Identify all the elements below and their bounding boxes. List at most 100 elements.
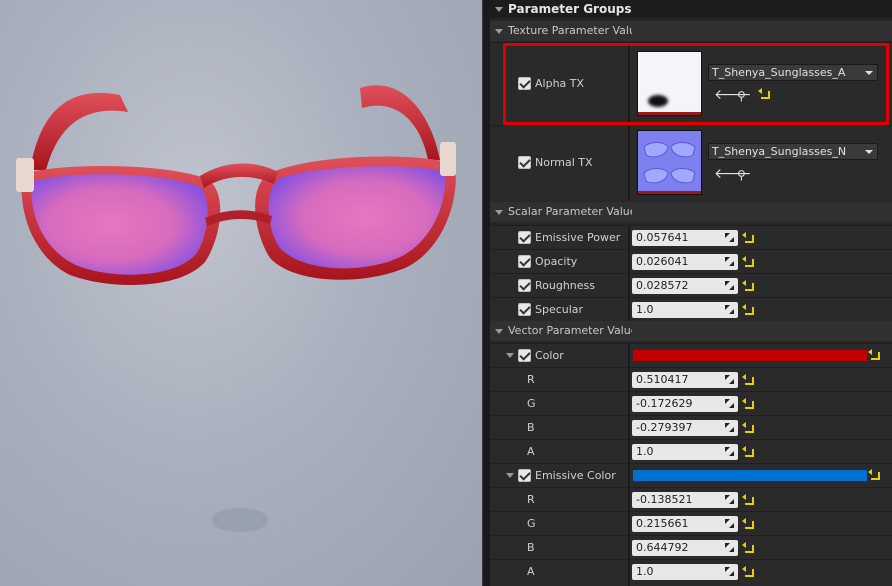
color-g-label: G — [527, 397, 536, 410]
emissive-a-label: A — [527, 565, 535, 578]
specular-row: Specular 1.0 — [490, 297, 892, 321]
drag-spin-icon[interactable] — [725, 257, 735, 267]
left-arrow-icon[interactable]: 🡐 — [714, 167, 752, 181]
collapse-arrow-icon[interactable] — [495, 209, 503, 215]
chevron-down-icon — [865, 150, 873, 154]
emissive-power-row: Emissive Power 0.057641 — [490, 225, 892, 249]
texture-group-header[interactable]: Texture Parameter Values — [490, 21, 892, 41]
reset-to-default-icon[interactable] — [742, 422, 754, 433]
drag-spin-icon[interactable] — [725, 447, 735, 457]
drag-spin-icon[interactable] — [725, 543, 735, 553]
material-preview-viewport[interactable] — [0, 0, 482, 586]
normal-tx-thumbnail[interactable] — [637, 130, 702, 195]
expand-arrow-icon[interactable] — [506, 473, 514, 478]
vector-group-header[interactable]: Vector Parameter Values — [490, 321, 892, 341]
opacity-value: 0.026041 — [636, 255, 689, 268]
emissive-a-value: 1.0 — [636, 565, 654, 578]
roughness-input[interactable]: 0.028572 — [632, 278, 738, 294]
color-g-value: -0.172629 — [636, 397, 693, 410]
color-a-value: 1.0 — [636, 445, 654, 458]
drag-spin-icon[interactable] — [725, 495, 735, 505]
panel-splitter[interactable] — [482, 0, 490, 586]
emissive-r-label: R — [527, 493, 535, 506]
color-r-input[interactable]: 0.510417 — [632, 372, 738, 388]
emissive-g-input[interactable]: 0.215661 — [632, 516, 738, 532]
drag-spin-icon[interactable] — [725, 519, 735, 529]
alpha-tx-row: Alpha TX T_Shenya_Sunglasses_A 🡐 ⚲ — [490, 42, 892, 125]
emissive-color-swatch[interactable] — [633, 470, 867, 481]
normal-tx-checkbox[interactable] — [518, 156, 531, 169]
color-r-value: 0.510417 — [636, 373, 689, 386]
emissive-g-row: G 0.215661 — [490, 511, 892, 535]
reset-to-default-icon[interactable] — [742, 446, 754, 457]
specular-input[interactable]: 1.0 — [632, 302, 738, 318]
emissive-g-label: G — [527, 517, 536, 530]
left-arrow-icon[interactable]: 🡐 — [714, 88, 752, 102]
emissive-power-checkbox[interactable] — [518, 231, 531, 244]
reset-to-default-icon[interactable] — [742, 566, 754, 577]
specular-checkbox[interactable] — [518, 303, 531, 316]
roughness-checkbox[interactable] — [518, 279, 531, 292]
drag-spin-icon[interactable] — [725, 399, 735, 409]
reset-to-default-icon[interactable] — [758, 88, 770, 99]
color-checkbox[interactable] — [518, 349, 531, 362]
roughness-label: Roughness — [535, 279, 596, 292]
drag-spin-icon[interactable] — [725, 375, 735, 385]
emissive-b-row: B 0.644792 — [490, 535, 892, 559]
emissive-color-row: Emissive Color — [490, 463, 892, 487]
reset-to-default-icon[interactable] — [742, 256, 754, 267]
drag-spin-icon[interactable] — [725, 305, 735, 315]
color-b-value: -0.279397 — [636, 421, 693, 434]
normal-tx-label: Normal TX — [535, 156, 593, 169]
color-b-label: B — [527, 421, 535, 434]
color-g-input[interactable]: -0.172629 — [632, 396, 738, 412]
reset-to-default-icon[interactable] — [868, 469, 880, 480]
reset-to-default-icon[interactable] — [868, 349, 880, 360]
reset-to-default-icon[interactable] — [742, 304, 754, 315]
color-a-input[interactable]: 1.0 — [632, 444, 738, 460]
drag-spin-icon[interactable] — [725, 233, 735, 243]
reset-to-default-icon[interactable] — [742, 542, 754, 553]
color-swatch[interactable] — [633, 350, 867, 361]
drag-spin-icon[interactable] — [725, 423, 735, 433]
magnifier-icon[interactable]: ⚲ — [737, 89, 746, 103]
reset-to-default-icon[interactable] — [742, 494, 754, 505]
emissive-a-input[interactable]: 1.0 — [632, 564, 738, 580]
emissive-b-label: B — [527, 541, 535, 554]
reset-to-default-icon[interactable] — [742, 518, 754, 529]
normal-tx-asset-name: T_Shenya_Sunglasses_N — [712, 145, 847, 158]
emissive-r-input[interactable]: -0.138521 — [632, 492, 738, 508]
alpha-tx-asset-dropdown[interactable]: T_Shenya_Sunglasses_A — [708, 64, 878, 81]
alpha-tx-thumbnail[interactable] — [637, 51, 702, 116]
emissive-a-row: A 1.0 — [490, 559, 892, 586]
opacity-row: Opacity 0.026041 — [490, 249, 892, 273]
color-b-input[interactable]: -0.279397 — [632, 420, 738, 436]
specular-value: 1.0 — [636, 303, 654, 316]
normal-tx-asset-dropdown[interactable]: T_Shenya_Sunglasses_N — [708, 143, 878, 160]
emissive-color-label: Emissive Color — [535, 469, 616, 482]
opacity-input[interactable]: 0.026041 — [632, 254, 738, 270]
scalar-group-header[interactable]: Scalar Parameter Values — [490, 202, 892, 222]
normal-map-preview — [638, 131, 701, 194]
emissive-power-input[interactable]: 0.057641 — [632, 230, 738, 246]
drag-spin-icon[interactable] — [725, 567, 735, 577]
reset-to-default-icon[interactable] — [742, 280, 754, 291]
alpha-tx-checkbox[interactable] — [518, 77, 531, 90]
roughness-row: Roughness 0.028572 — [490, 273, 892, 297]
magnifier-icon[interactable]: ⚲ — [737, 168, 746, 182]
opacity-checkbox[interactable] — [518, 255, 531, 268]
emissive-b-value: 0.644792 — [636, 541, 689, 554]
drag-spin-icon[interactable] — [725, 281, 735, 291]
expand-arrow-icon[interactable] — [506, 353, 514, 358]
emissive-color-checkbox[interactable] — [518, 469, 531, 482]
parameter-groups-header[interactable]: Parameter Groups — [490, 0, 892, 18]
sunglasses-preview — [16, 85, 456, 532]
reset-to-default-icon[interactable] — [742, 374, 754, 385]
reset-to-default-icon[interactable] — [742, 232, 754, 243]
emissive-b-input[interactable]: 0.644792 — [632, 540, 738, 556]
collapse-arrow-icon[interactable] — [495, 7, 503, 12]
collapse-arrow-icon[interactable] — [495, 328, 503, 334]
emissive-power-label: Emissive Power — [535, 231, 621, 244]
collapse-arrow-icon[interactable] — [495, 28, 503, 34]
reset-to-default-icon[interactable] — [742, 398, 754, 409]
